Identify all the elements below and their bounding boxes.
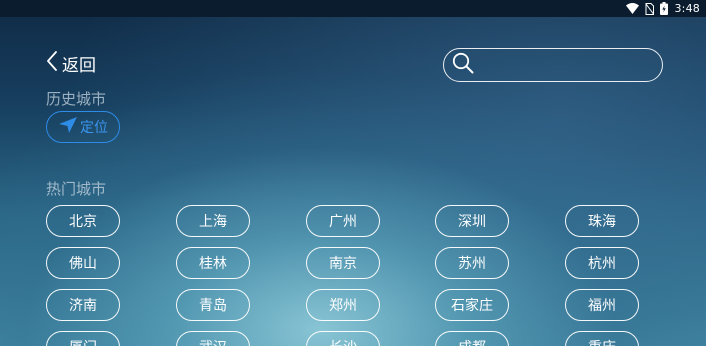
city-button[interactable]: 桂林 — [176, 247, 250, 279]
city-button[interactable]: 石家庄 — [435, 289, 509, 321]
city-button[interactable]: 重庆 — [565, 331, 639, 346]
status-icons: 3:48 — [626, 1, 700, 16]
navigation-arrow-icon — [58, 116, 78, 138]
locate-button[interactable]: 定位 — [46, 111, 120, 143]
city-button[interactable]: 福州 — [565, 289, 639, 321]
city-button[interactable]: 厦门 — [46, 331, 120, 346]
city-button[interactable]: 成都 — [435, 331, 509, 346]
battery-charging-icon — [660, 2, 669, 15]
city-button[interactable]: 济南 — [46, 289, 120, 321]
city-button[interactable]: 佛山 — [46, 247, 120, 279]
locate-label: 定位 — [80, 120, 108, 136]
city-button[interactable]: 南京 — [306, 247, 380, 279]
status-time: 3:48 — [674, 2, 700, 15]
city-button[interactable]: 武汉 — [176, 331, 250, 346]
city-button[interactable]: 郑州 — [306, 289, 380, 321]
back-button[interactable]: 返回 — [46, 50, 96, 76]
city-button[interactable]: 珠海 — [565, 205, 639, 237]
history-section-title: 历史城市 — [46, 90, 107, 108]
city-button[interactable]: 广州 — [306, 205, 380, 237]
wifi-icon — [626, 3, 640, 14]
city-button[interactable]: 北京 — [46, 205, 120, 237]
city-button[interactable]: 深圳 — [435, 205, 509, 237]
search-box[interactable] — [443, 48, 663, 82]
status-bar: 3:48 — [0, 0, 706, 17]
back-label: 返回 — [62, 55, 96, 76]
search-icon — [452, 52, 474, 78]
city-button[interactable]: 上海 — [176, 205, 250, 237]
city-button[interactable]: 苏州 — [435, 247, 509, 279]
chevron-left-icon — [46, 51, 58, 75]
city-button[interactable]: 长沙 — [306, 331, 380, 346]
city-button[interactable]: 青岛 — [176, 289, 250, 321]
no-sim-icon — [645, 2, 655, 15]
hot-section-title: 热门城市 — [46, 180, 107, 198]
search-input[interactable] — [478, 56, 662, 74]
city-select-screen: 3:48 返回 历史城市 定位 热门城市 北京 上海 广州 深圳 珠海 佛山 桂… — [0, 0, 706, 346]
city-button[interactable]: 杭州 — [565, 247, 639, 279]
